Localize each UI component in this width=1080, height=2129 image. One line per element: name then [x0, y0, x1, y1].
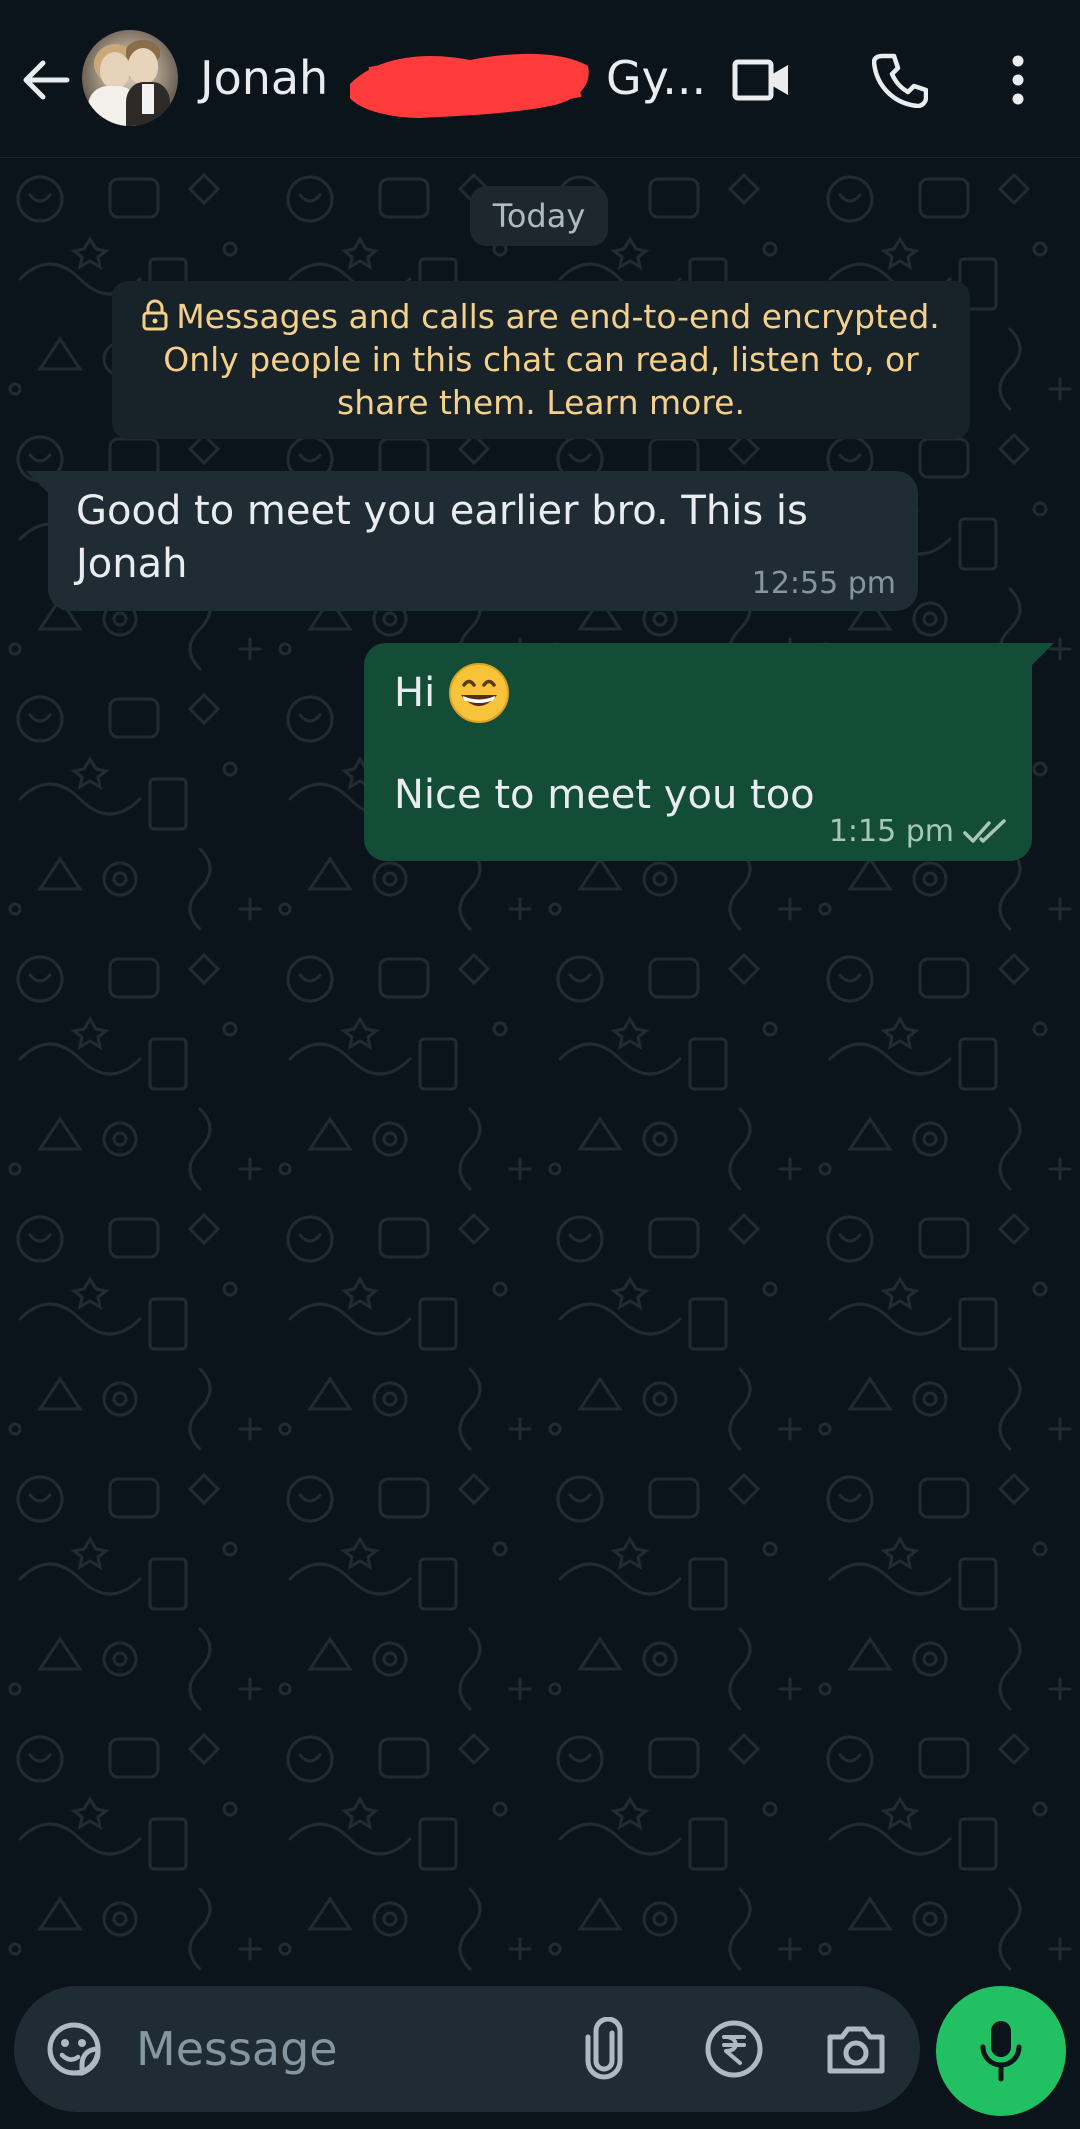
- payment-button[interactable]: [702, 2017, 766, 2081]
- video-call-icon: [732, 59, 788, 101]
- lock-icon: [142, 299, 168, 331]
- microphone-icon: [980, 2021, 1022, 2082]
- sticker-icon: [47, 2022, 101, 2076]
- voice-call-icon: [872, 53, 928, 108]
- camera-button[interactable]: [824, 2017, 888, 2081]
- double-tick-icon: [963, 819, 1006, 843]
- incoming-message[interactable]: Good to meet you earlier bro. This is Jo…: [26, 471, 918, 611]
- contact-avatar[interactable]: [82, 30, 178, 126]
- chat-area[interactable]: Today Messages and calls are end-to-end …: [0, 159, 1080, 1979]
- paperclip-icon: [585, 2016, 623, 2080]
- more-options-button[interactable]: [986, 48, 1050, 112]
- back-button[interactable]: [18, 52, 74, 108]
- message-time: 12:55 pm: [751, 566, 896, 601]
- date-chip: Today: [470, 186, 608, 246]
- message-text-line1: Hi: [394, 670, 436, 716]
- message-text-line2: Nice to meet you too: [394, 772, 815, 818]
- redaction-scribble: [350, 53, 589, 119]
- encryption-notice-text: Messages and calls are end-to-end encryp…: [163, 297, 940, 422]
- sticker-button[interactable]: [42, 2017, 106, 2081]
- camera-icon: [827, 2026, 885, 2074]
- voice-call-button[interactable]: [868, 48, 932, 112]
- outgoing-message[interactable]: Hi Nice to meet you too 1:15 pm: [364, 643, 1054, 861]
- message-time: 1:15 pm: [828, 814, 954, 849]
- message-text: Good to meet you earlier bro. This is Jo…: [76, 488, 808, 587]
- message-input[interactable]: Message: [136, 2016, 338, 2082]
- contact-name-suffix[interactable]: Gy...: [606, 48, 706, 108]
- back-arrow-icon: [23, 60, 70, 100]
- voice-message-button[interactable]: [936, 1986, 1066, 2116]
- rupee-payment-icon: [705, 2020, 763, 2078]
- message-composer: Message: [14, 1986, 920, 2112]
- grinning-face-emoji-icon: [449, 663, 510, 723]
- encryption-notice[interactable]: Messages and calls are end-to-end encryp…: [112, 281, 970, 439]
- video-call-button[interactable]: [730, 48, 794, 112]
- more-options-icon: [1012, 55, 1024, 105]
- attach-button[interactable]: [572, 2016, 636, 2081]
- chat-header: Jonah Gy...: [0, 0, 1080, 158]
